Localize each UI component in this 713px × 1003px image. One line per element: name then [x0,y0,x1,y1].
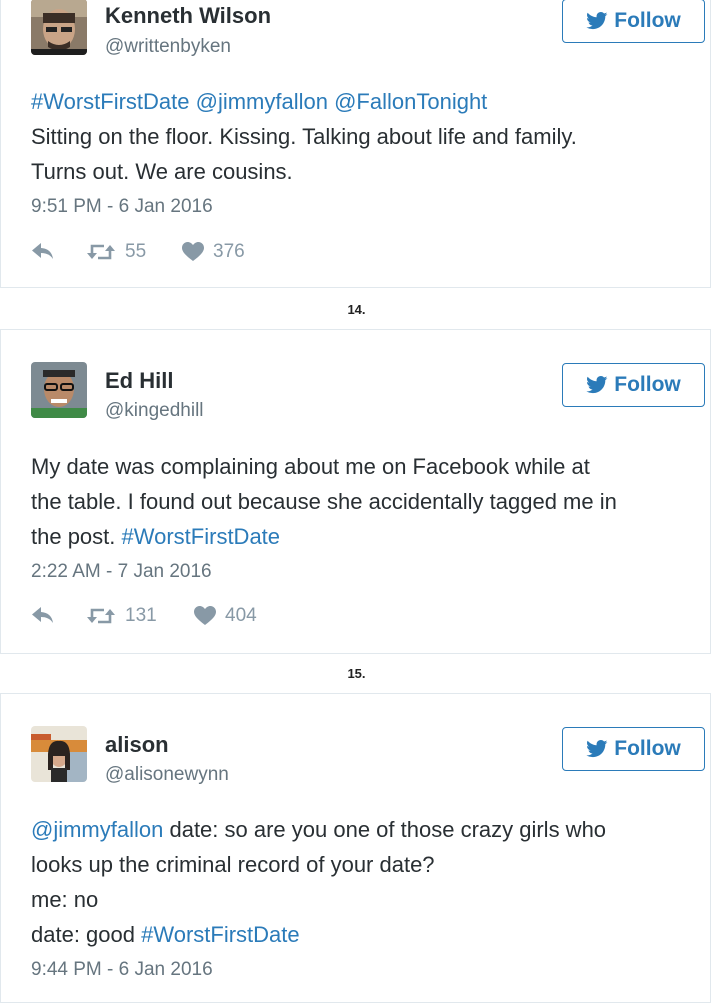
heart-icon [182,242,204,261]
tweet-text-line: the table. I found out because she accid… [31,489,617,514]
tweet-text-line: My date was complaining about me on Face… [31,454,590,479]
retweet-icon [87,244,115,260]
hashtag-link[interactable]: #WorstFirstDate [122,524,281,549]
tweet-text: My date was complaining about me on Face… [31,449,709,554]
like-button[interactable]: 376 [182,241,245,263]
twitter-bird-icon [586,740,608,758]
tweet-text-line: Turns out. We are cousins. [31,159,293,184]
avatar[interactable] [31,726,87,782]
tweet-timestamp[interactable]: 2:22 AM - 7 Jan 2016 [31,561,212,583]
reply-icon [32,607,53,623]
follow-button[interactable]: Follow [562,0,705,43]
tweet-text-line: looks up the criminal record of your dat… [31,852,435,877]
tweet-card: Ed Hill @kingedhill Follow My date was c… [0,329,711,654]
user-name[interactable]: Kenneth Wilson [105,3,271,29]
like-count: 376 [213,241,245,262]
user-handle[interactable]: @writtenbyken [105,36,231,58]
follow-button[interactable]: Follow [562,363,705,407]
retweet-count: 131 [125,605,157,626]
like-button[interactable]: 404 [194,605,257,627]
like-count: 404 [225,605,257,626]
tweet-timestamp[interactable]: 9:51 PM - 6 Jan 2016 [31,196,213,218]
retweet-count: 55 [125,241,147,262]
tweet-links[interactable]: #WorstFirstDate @jimmyfallon @FallonToni… [31,84,709,119]
tweet-timestamp[interactable]: 9:44 PM - 6 Jan 2016 [31,959,213,981]
user-name[interactable]: Ed Hill [105,368,173,394]
reply-icon [32,243,53,259]
list-number: 14. [347,302,366,317]
tweet-text-line: date: good #WorstFirstDate [31,917,709,952]
tweet-card: Kenneth Wilson @writtenbyken Follow #Wor… [0,0,711,288]
retweet-button[interactable]: 55 [86,241,146,263]
twitter-bird-icon [586,12,608,30]
heart-icon [194,606,216,625]
twitter-bird-icon [586,376,608,394]
follow-button[interactable]: Follow [562,727,705,771]
user-handle[interactable]: @kingedhill [105,400,204,422]
retweet-icon [87,608,115,624]
follow-label: Follow [614,373,681,396]
tweet-text-line: @jimmyfallon date: so are you one of tho… [31,812,709,847]
tweet-text: @jimmyfallon date: so are you one of tho… [31,812,709,952]
follow-label: Follow [614,9,681,32]
tweet-text-line: Sitting on the floor. Kissing. Talking a… [31,124,577,149]
avatar[interactable] [31,0,87,55]
tweet-text-segment: the post. [31,524,122,549]
tweet-text-segment: date: good [31,922,142,947]
mention-link[interactable]: @jimmyfallon [31,817,163,842]
tweet-text: #WorstFirstDate @jimmyfallon @FallonToni… [31,84,709,189]
hashtag-link[interactable]: #WorstFirstDate [141,922,300,947]
tweet-text-line: me: no [31,887,99,912]
list-number: 15. [347,666,366,681]
tweet-text-line: the post. #WorstFirstDate [31,519,709,554]
avatar[interactable] [31,362,87,418]
reply-button[interactable] [31,605,55,625]
reply-button[interactable] [31,241,55,261]
retweet-button[interactable]: 131 [86,605,157,627]
user-handle[interactable]: @alisonewynn [105,764,229,786]
tweet-card: alison @alisonewynn Follow @jimmyfallon … [0,693,711,1003]
user-name[interactable]: alison [105,732,169,758]
tweet-text-segment: date: so are you one of those crazy girl… [163,817,607,842]
follow-label: Follow [614,737,681,760]
